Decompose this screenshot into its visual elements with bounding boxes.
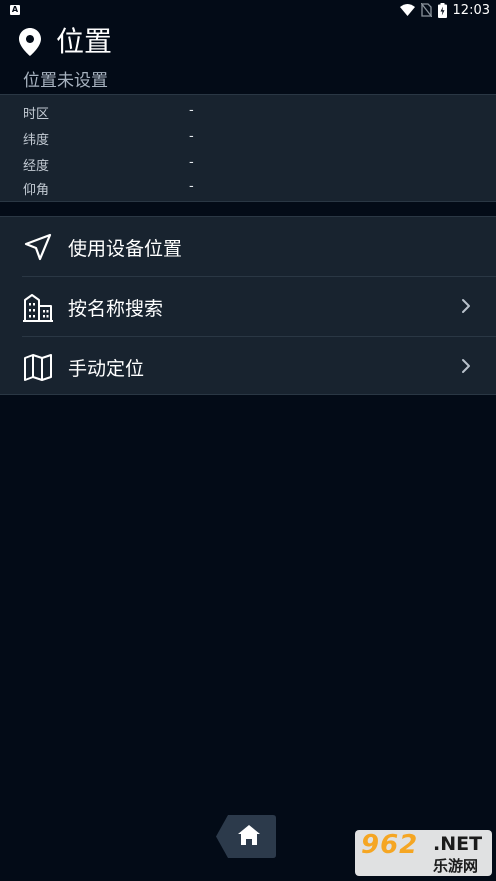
menu-item-label: 按名称搜索 [68, 298, 164, 320]
info-row-longitude: 经度 - [0, 151, 496, 175]
battery-charging-icon [437, 2, 447, 18]
menu-item-label: 使用设备位置 [68, 238, 183, 260]
info-row-latitude: 纬度 - [0, 125, 496, 149]
menu-item-search-by-name[interactable]: 按名称搜索 [0, 277, 496, 336]
info-value: - [189, 103, 194, 118]
home-button[interactable] [214, 814, 277, 859]
screen: A 12:03 位置 位置未设置 时区 - 纬度 - 经度 - 仰角 - 使用设… [0, 0, 496, 881]
navigation-arrow-icon [24, 233, 52, 261]
buildings-icon [23, 294, 53, 322]
page-title: 位置 [56, 25, 113, 58]
notification-icon: A [10, 5, 20, 15]
chevron-right-icon [462, 299, 470, 313]
watermark-cn: 乐游网 [433, 857, 479, 875]
info-value: - [189, 129, 194, 144]
info-label: 纬度 [23, 133, 50, 148]
wifi-icon [399, 4, 415, 16]
status-icons: 12:03 [399, 0, 490, 20]
info-row-timezone: 时区 - [0, 99, 496, 123]
info-value: - [189, 179, 194, 194]
menu-item-manual-location[interactable]: 手动定位 [0, 337, 496, 396]
status-time: 12:03 [452, 2, 490, 18]
map-icon [24, 354, 52, 381]
info-label: 仰角 [23, 183, 50, 198]
no-sim-icon [420, 3, 432, 17]
watermark-logo: 962 .NET 乐游网 [355, 830, 492, 876]
location-options-menu: 使用设备位置 按名称搜索 手动定位 [0, 216, 496, 395]
watermark-digits: 962 [361, 830, 419, 860]
location-info-panel: 时区 - 纬度 - 经度 - 仰角 - [0, 94, 496, 202]
menu-item-label: 手动定位 [68, 358, 145, 380]
watermark-net: .NET [433, 833, 483, 855]
page-subtitle: 位置未设置 [23, 71, 108, 91]
info-value: - [189, 155, 194, 170]
header: 位置 位置未设置 [0, 20, 496, 94]
status-bar: A 12:03 [0, 0, 496, 20]
info-label: 时区 [23, 107, 50, 122]
location-pin-icon [19, 28, 41, 56]
menu-item-use-device-location[interactable]: 使用设备位置 [0, 217, 496, 276]
info-label: 经度 [23, 159, 50, 174]
chevron-right-icon [462, 359, 470, 373]
info-row-elevation: 仰角 - [0, 175, 496, 199]
